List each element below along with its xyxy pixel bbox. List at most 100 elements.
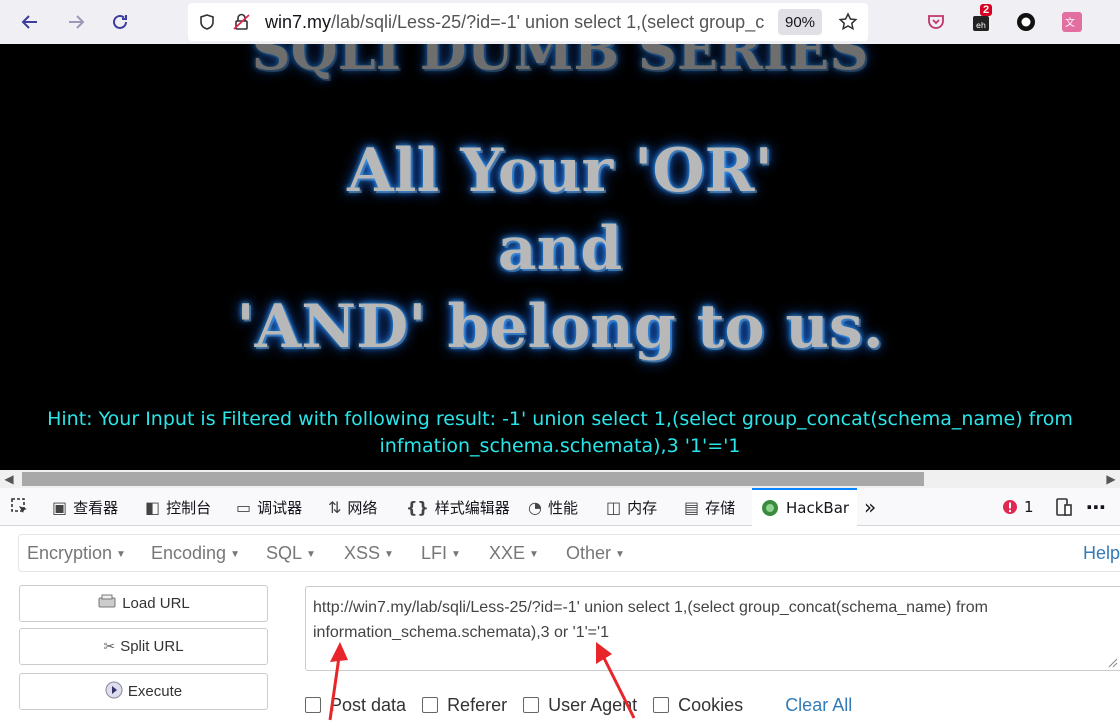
tab-label: 查看器 — [73, 498, 119, 517]
caret-down-icon: ▼ — [451, 548, 461, 560]
scroll-right-icon[interactable]: ▶ — [1102, 470, 1120, 488]
tab-label: 性能 — [547, 498, 578, 517]
tab-hackbar[interactable]: HackBar — [752, 488, 858, 526]
caret-down-icon: ▼ — [615, 548, 625, 560]
style-editor-icon: {} — [406, 497, 429, 517]
page-banner-line3: 'AND' belong to us. — [236, 292, 884, 362]
back-button[interactable] — [16, 8, 44, 36]
inspector-icon: ▣ — [52, 497, 68, 517]
tab-performance[interactable]: ◔ 性能 — [528, 488, 578, 526]
page-banner-line2: and — [497, 214, 623, 284]
menu-xxe[interactable]: XXE ▼ — [489, 543, 539, 564]
menu-label: XSS — [344, 543, 381, 563]
insecure-lock-icon[interactable] — [232, 12, 252, 32]
hackbar-menubar: Encryption ▼ Encoding ▼ SQL ▼ XSS ▼ LFI ▼ XXE… — [18, 534, 1120, 572]
referer-checkbox[interactable]: Referer — [422, 695, 507, 716]
url-text[interactable]: win7.my/lab/sqli/Less-25/?id=-1' union s… — [265, 12, 765, 33]
menu-lfi[interactable]: LFI ▼ — [421, 543, 461, 564]
annotation-arrow-left — [328, 642, 348, 721]
element-picker-button[interactable] — [10, 488, 30, 526]
tab-label: 调试器 — [257, 498, 303, 517]
page-header-cutoff: SQLI DUMB SERIES — [251, 44, 869, 82]
execute-button[interactable]: Execute — [19, 673, 268, 710]
console-icon: ◧ — [145, 497, 161, 517]
browser-toolbar: win7.my/lab/sqli/Less-25/?id=-1' union s… — [0, 0, 1120, 44]
scissors-icon: ✂ — [103, 638, 116, 654]
error-counter[interactable]: 1 — [1002, 488, 1034, 526]
url-path: /lab/sqli/Less-25/?id=-1' union select 1… — [331, 12, 765, 32]
checkbox-box — [422, 697, 439, 713]
circle-extension-icon[interactable] — [1014, 10, 1038, 34]
hackbar-icon — [762, 500, 778, 516]
tab-storage[interactable]: ▤ 存储 — [684, 488, 735, 526]
page-banner-line1: All Your 'OR' — [347, 136, 773, 206]
hint-line2: infmation_schema.schemata),3 '1'='1 — [379, 435, 741, 457]
extension-icon[interactable]: eh 2 — [970, 4, 994, 34]
tab-label: HackBar — [786, 499, 850, 517]
horizontal-scrollbar[interactable]: ◀ ▶ — [0, 470, 1120, 488]
tab-debugger[interactable]: ▭ 调试器 — [236, 488, 302, 526]
resize-grip-icon[interactable] — [1106, 656, 1118, 668]
menu-encryption[interactable]: Encryption ▼ — [27, 543, 126, 564]
zoom-indicator[interactable]: 90% — [778, 9, 822, 35]
menu-label: Encryption — [27, 543, 113, 563]
caret-down-icon: ▼ — [529, 548, 539, 560]
tab-network[interactable]: ⇅ 网络 — [328, 488, 377, 526]
more-tabs-chevron-icon[interactable]: » — [864, 488, 876, 526]
pocket-icon[interactable] — [924, 10, 948, 34]
menu-xss[interactable]: XSS ▼ — [344, 543, 394, 564]
url-line1: http://win7.my/lab/sqli/Less-25/?id=-1' … — [313, 599, 988, 616]
forward-arrow-icon — [69, 15, 85, 29]
tab-console[interactable]: ◧ 控制台 — [145, 488, 211, 526]
memory-icon: ◫ — [606, 497, 622, 517]
split-url-button[interactable]: ✂ Split URL — [19, 628, 268, 665]
help-link[interactable]: Help — [1083, 543, 1120, 564]
tab-label: 样式编辑器 — [434, 498, 510, 517]
forward-button[interactable] — [62, 8, 90, 36]
hint-line1: Hint: Your Input is Filtered with follow… — [47, 408, 1073, 430]
bookmark-star-icon[interactable] — [838, 12, 858, 32]
annotation-arrow-right — [596, 642, 636, 719]
play-icon — [105, 681, 123, 702]
menu-encoding[interactable]: Encoding ▼ — [151, 543, 240, 564]
url-bar[interactable]: win7.my/lab/sqli/Less-25/?id=-1' union s… — [188, 3, 868, 41]
web-page: SQLI DUMB SERIES All Your 'OR' and 'AND'… — [0, 44, 1120, 470]
menu-label: LFI — [421, 543, 448, 563]
responsive-mode-icon[interactable] — [1054, 488, 1074, 526]
button-label: Execute — [127, 683, 183, 700]
caret-down-icon: ▼ — [306, 548, 316, 560]
caret-down-icon: ▼ — [116, 548, 126, 560]
translate-icon[interactable]: 文 — [1060, 10, 1084, 34]
url-line2: information_schema.schemata),3 or '1'='1 — [313, 624, 609, 641]
menu-other[interactable]: Other ▼ — [566, 543, 625, 564]
tab-memory[interactable]: ◫ 内存 — [606, 488, 657, 526]
devtools-menu-icon[interactable]: ⋯ — [1086, 488, 1106, 526]
hackbar-panel: Encryption ▼ Encoding ▼ SQL ▼ XSS ▼ LFI ▼ XXE… — [0, 526, 1120, 721]
scrollbar-thumb[interactable] — [22, 472, 924, 486]
cookies-checkbox[interactable]: Cookies — [653, 695, 743, 716]
tab-label: 内存 — [627, 498, 658, 517]
network-icon: ⇅ — [328, 497, 342, 517]
caret-down-icon: ▼ — [384, 548, 394, 560]
url-textarea[interactable]: http://win7.my/lab/sqli/Less-25/?id=-1' … — [305, 586, 1120, 671]
tab-inspector[interactable]: ▣ 查看器 — [52, 488, 118, 526]
extension-badge: 2 — [980, 4, 993, 16]
error-count: 1 — [1024, 498, 1034, 516]
load-url-button[interactable]: Load URL — [19, 585, 268, 622]
clear-all-link[interactable]: Clear All — [785, 695, 852, 716]
reload-button[interactable] — [106, 8, 134, 36]
checkbox-box — [653, 697, 670, 713]
button-label: Split URL — [120, 638, 184, 655]
tab-style-editor[interactable]: {} 样式编辑器 — [406, 488, 510, 526]
button-label: Load URL — [122, 595, 190, 612]
menu-sql[interactable]: SQL ▼ — [266, 543, 316, 564]
svg-text:eh: eh — [976, 21, 986, 30]
element-picker-icon — [11, 498, 27, 513]
devtools-tabbar: ▣ 查看器 ◧ 控制台 ▭ 调试器 ⇅ 网络 {} 样式编辑器 ◔ 性能 ◫ 内存 ▤ 存储 H… — [0, 488, 1120, 526]
tab-label: 存储 — [705, 498, 736, 517]
scroll-left-icon[interactable]: ◀ — [0, 470, 18, 488]
options-row: Post data Referer User Agent Cookies Cle… — [305, 694, 852, 716]
tab-label: 网络 — [347, 498, 378, 517]
debugger-icon: ▭ — [236, 497, 252, 517]
shield-icon[interactable] — [198, 13, 216, 31]
